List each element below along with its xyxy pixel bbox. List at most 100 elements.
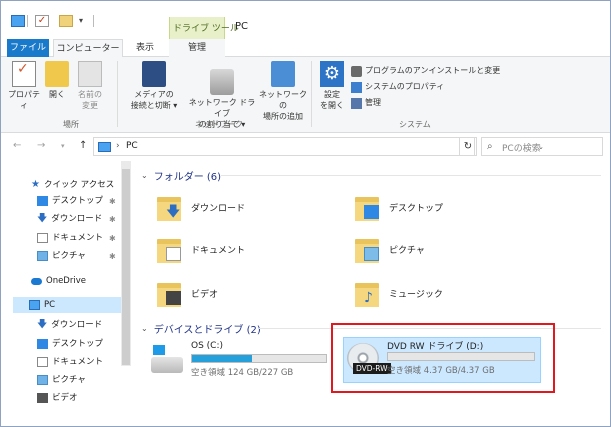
folder-videos[interactable]: ビデオ xyxy=(157,275,218,311)
window-title: PC xyxy=(235,21,249,32)
desktop-folder-icon xyxy=(355,193,381,221)
network-location-icon xyxy=(271,61,295,87)
picture-icon xyxy=(37,251,48,261)
qat-separator xyxy=(27,15,28,27)
rename-button[interactable]: 名前の 変更 xyxy=(73,61,107,111)
search-placeholder: PCの検索 xyxy=(502,144,541,154)
pin-icon[interactable]: ✱ xyxy=(109,252,116,261)
nav-onedrive[interactable]: OneDrive xyxy=(31,273,86,289)
search-input[interactable]: ⌕ PCの検索 xyxy=(481,137,603,156)
folder-desktop[interactable]: デスクトップ xyxy=(355,189,443,225)
pin-icon[interactable]: ✱ xyxy=(109,234,116,243)
nav-label: クイック アクセス xyxy=(43,180,115,190)
download-arrow-icon: 🡇 xyxy=(37,319,48,330)
pc-icon[interactable] xyxy=(11,15,25,27)
nav-label: OneDrive xyxy=(46,276,86,286)
add-network-location-button[interactable]: ネットワークの 場所の追加 xyxy=(257,61,309,122)
nav-label: デスクトップ xyxy=(52,196,104,206)
open-button[interactable]: 開く xyxy=(45,61,69,100)
properties-icon xyxy=(12,61,36,87)
nav-label: ピクチャ xyxy=(52,251,86,261)
uninstall-icon xyxy=(351,65,362,77)
nav-pc-desktop[interactable]: デスクトップ xyxy=(37,336,103,352)
computer-management-icon xyxy=(351,97,362,109)
media-label-1: メディアの xyxy=(134,90,174,99)
nav-pc[interactable]: PC xyxy=(13,297,121,313)
address-input[interactable]: › PC ⌄ xyxy=(93,137,544,156)
open-folder-icon xyxy=(45,61,69,87)
qat-separator xyxy=(93,15,94,27)
pc-icon xyxy=(29,300,40,310)
pin-icon[interactable]: ✱ xyxy=(109,197,116,206)
new-folder-qat-icon[interactable] xyxy=(59,15,73,27)
pc-icon xyxy=(98,142,111,152)
tab-computer[interactable]: コンピューター xyxy=(53,39,123,58)
folders-section-title: フォルダー (6) xyxy=(153,172,222,183)
manage-button[interactable]: 管理 xyxy=(351,95,500,111)
nav-qa-documents[interactable]: ドキュメント xyxy=(37,230,103,246)
add-location-label-2: 場所の追加 xyxy=(263,112,303,121)
drive-name: OS (C:) xyxy=(191,341,223,351)
qat-customize-icon[interactable]: ▾ xyxy=(79,17,89,25)
open-settings-button[interactable]: ⚙ 設定 を開く xyxy=(317,61,347,111)
folder-name: ミュージック xyxy=(389,289,443,300)
properties-qat-icon[interactable]: ✓ xyxy=(35,15,49,27)
properties-button[interactable]: プロパティ xyxy=(5,61,43,111)
drive-os-c[interactable]: OS (C:) 空き領域 124 GB/227 GB xyxy=(151,341,331,389)
nav-quick-access[interactable]: ★ クイック アクセス xyxy=(31,177,114,193)
up-arrow-icon[interactable]: ↑ xyxy=(79,140,87,151)
nav-label: PC xyxy=(44,300,56,310)
folder-name: ビデオ xyxy=(191,289,219,300)
nav-pc-downloads[interactable]: 🡇 ダウンロード xyxy=(37,317,102,333)
properties-label: プロパティ xyxy=(8,90,40,110)
forward-arrow-icon[interactable]: → xyxy=(37,140,45,151)
download-arrow-icon: 🡇 xyxy=(37,213,48,224)
navigation-scrollbar-thumb[interactable] xyxy=(122,169,130,365)
red-highlight-frame xyxy=(331,323,555,393)
folder-music[interactable]: ♪ ミュージック xyxy=(355,275,443,311)
back-arrow-icon[interactable]: ← xyxy=(13,140,21,151)
music-folder-icon: ♪ xyxy=(355,279,381,307)
desktop-icon xyxy=(37,196,48,206)
breadcrumb-separator[interactable]: › xyxy=(116,141,120,151)
folders-section-header[interactable]: ⌄ フォルダー (6) xyxy=(141,168,221,183)
uninstall-program-button[interactable]: プログラムのアンインストールと変更 xyxy=(351,63,500,79)
drive-usage-bar xyxy=(191,354,327,363)
nav-qa-downloads[interactable]: 🡇 ダウンロード xyxy=(37,211,102,227)
system-command-list: プログラムのアンインストールと変更 システムのプロパティ 管理 xyxy=(351,63,500,111)
recent-locations-icon[interactable]: ▾ xyxy=(61,142,65,150)
nav-pc-documents[interactable]: ドキュメント xyxy=(37,354,103,370)
nav-pc-videos[interactable]: ビデオ xyxy=(37,390,78,406)
rename-label-2: 変更 xyxy=(82,101,98,110)
pin-icon[interactable]: ✱ xyxy=(109,215,116,224)
system-properties-button[interactable]: システムのプロパティ xyxy=(351,79,500,95)
desktop-icon xyxy=(37,339,48,349)
folder-downloads[interactable]: 🡇 ダウンロード xyxy=(157,189,245,225)
folder-documents[interactable]: ドキュメント xyxy=(157,231,245,267)
nav-qa-desktop[interactable]: デスクトップ xyxy=(37,193,103,209)
nav-qa-pictures[interactable]: ピクチャ xyxy=(37,248,86,264)
nav-label: ビデオ xyxy=(52,393,78,403)
title-bar: ✓ ▾ ドライブ ツール PC xyxy=(1,1,610,39)
documents-folder-icon xyxy=(157,235,183,263)
address-bar-row: ← → ▾ ↑ › PC ⌄ ↻ ⌕ PCの検索 xyxy=(1,133,610,159)
folder-name: ダウンロード xyxy=(191,203,246,214)
refresh-button[interactable]: ↻ xyxy=(459,137,477,156)
folder-name: ピクチャ xyxy=(389,245,425,256)
media-connect-button[interactable]: メディアの 接続と切断 ▾ xyxy=(125,61,183,111)
tab-file[interactable]: ファイル xyxy=(7,39,49,57)
folder-pictures[interactable]: ピクチャ xyxy=(355,231,425,267)
nav-pc-pictures[interactable]: ピクチャ xyxy=(37,372,86,388)
devices-section-header[interactable]: ⌄ デバイスとドライブ (2) xyxy=(141,321,261,336)
windows-drive-icon xyxy=(151,345,183,373)
tab-view[interactable]: 表示 xyxy=(125,39,165,57)
chevron-down-icon: ⌄ xyxy=(141,171,148,180)
breadcrumb-pc[interactable]: PC xyxy=(126,141,138,151)
nav-label: デスクトップ xyxy=(52,339,104,349)
downloads-folder-icon: 🡇 xyxy=(157,193,183,221)
onedrive-cloud-icon xyxy=(31,277,42,285)
tab-manage[interactable]: 管理 xyxy=(169,39,225,57)
system-properties-label: システムのプロパティ xyxy=(365,82,445,91)
group-divider xyxy=(311,61,312,127)
drive-usage-fill xyxy=(192,355,253,362)
